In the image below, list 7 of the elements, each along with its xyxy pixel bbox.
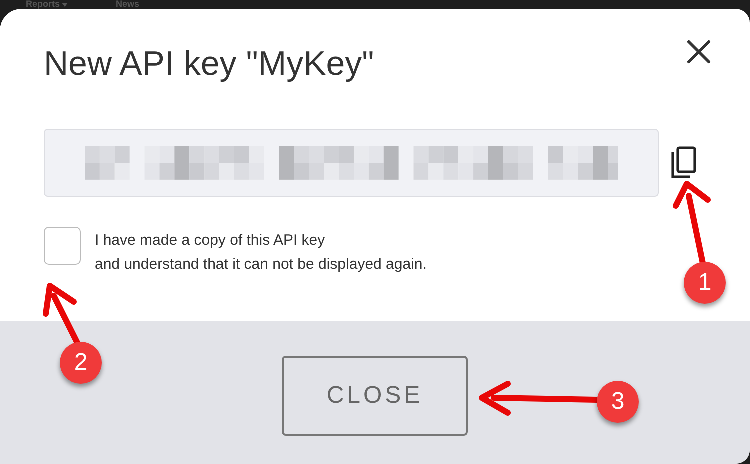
close-button[interactable]: CLOSE [282, 356, 468, 436]
copy-icon[interactable] [669, 145, 699, 181]
confirm-label: I have made a copy of this API key and understand that it can not be displayed again. [95, 231, 427, 275]
api-key-field[interactable] [44, 129, 659, 197]
confirm-checkbox[interactable] [44, 227, 81, 265]
caret-icon [62, 2, 68, 6]
dialog-title: New API key "MyKey" [44, 47, 374, 81]
